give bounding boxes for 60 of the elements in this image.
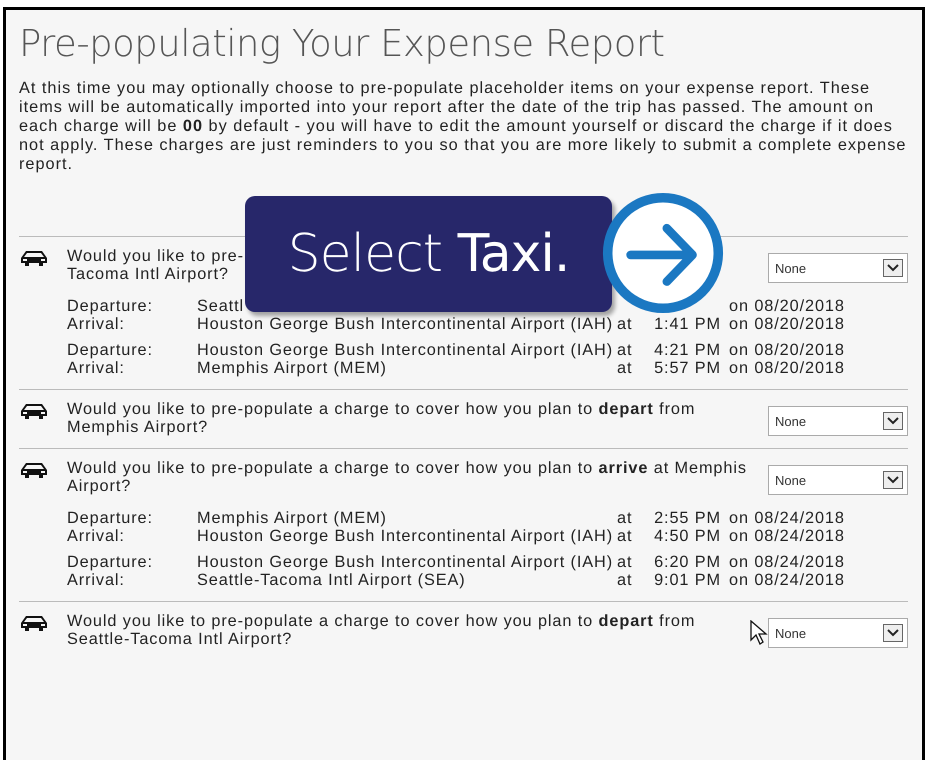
question-text: Would you like to pre-populate a charge to cover how you plan to depart from Seattle-Tacoma Intl Airport? bbox=[67, 612, 696, 648]
flight-label: Arrival: bbox=[67, 571, 126, 589]
flight-label: Arrival: bbox=[67, 315, 126, 333]
airport-name: Houston George Bush Intercontinental Airport (IAH) bbox=[197, 315, 614, 333]
flight-label: Departure: bbox=[67, 509, 154, 527]
taxi-dropdown[interactable]: None bbox=[768, 253, 908, 283]
airport-name: Seattl bbox=[197, 297, 246, 315]
flight-date: on 08/20/2018 bbox=[728, 341, 846, 359]
question-text: Would you like to pre- bbox=[67, 247, 244, 265]
airport-name: Houston George Bush Intercontinental Airport (IAH) bbox=[197, 527, 614, 545]
taxi-dropdown[interactable]: None bbox=[768, 465, 908, 495]
flight-date: on 08/24/2018 bbox=[728, 553, 846, 571]
at-text: at bbox=[617, 509, 629, 527]
taxi-dropdown[interactable]: None bbox=[768, 618, 908, 648]
at-text: at bbox=[617, 553, 629, 571]
cursor-icon bbox=[749, 620, 769, 646]
flight-date: on 08/24/2018 bbox=[728, 509, 846, 527]
car-icon bbox=[19, 614, 49, 632]
flight-time: 4:50 PM bbox=[653, 527, 721, 545]
flight-time: 4:21 PM bbox=[653, 341, 721, 359]
question-text: Tacoma Intl Airport? bbox=[67, 265, 229, 283]
airport-name: Memphis Airport (MEM) bbox=[197, 359, 388, 377]
question-text: Would you like to pre-populate a charge to cover how you plan to depart from Memphis Airport? bbox=[67, 400, 696, 436]
flight-label: Departure: bbox=[67, 553, 154, 571]
at-text: at bbox=[617, 315, 629, 333]
dropdown-caret-icon bbox=[883, 471, 903, 489]
flight-label: Departure: bbox=[67, 341, 154, 359]
instruction-callout: Select Taxi. bbox=[245, 196, 612, 312]
airport-name: Memphis Airport (MEM) bbox=[197, 509, 388, 527]
at-text: at bbox=[617, 571, 629, 589]
flight-time: 1:41 PM bbox=[653, 315, 721, 333]
flight-time: 2:55 PM bbox=[653, 509, 721, 527]
taxi-dropdown[interactable]: None bbox=[768, 406, 908, 436]
page-title: Pre-populating Your Expense Report bbox=[19, 22, 666, 65]
airport-name: Houston George Bush Intercontinental Airport (IAH) bbox=[197, 341, 614, 359]
flight-label: Departure: bbox=[67, 297, 154, 315]
airport-name: Seattle-Tacoma Intl Airport (SEA) bbox=[197, 571, 467, 589]
car-icon bbox=[19, 249, 49, 267]
flight-time: 5:57 PM bbox=[653, 359, 721, 377]
arrow-circle-icon bbox=[602, 192, 724, 314]
flight-date: on 08/20/2018 bbox=[728, 315, 846, 333]
dropdown-caret-icon bbox=[883, 624, 903, 642]
at-text: at bbox=[617, 341, 629, 359]
airport-name: Houston George Bush Intercontinental Airport (IAH) bbox=[197, 553, 614, 571]
flight-time: 9:01 PM bbox=[653, 571, 721, 589]
question-text: Would you like to pre-populate a charge to cover how you plan to arrive at Memphis Airport? bbox=[67, 459, 747, 495]
flight-date: on 08/20/2018 bbox=[728, 359, 846, 377]
flight-time: 6:20 PM bbox=[653, 553, 721, 571]
dropdown-caret-icon bbox=[883, 412, 903, 430]
at-text: at bbox=[617, 359, 629, 377]
flight-label: Arrival: bbox=[67, 359, 126, 377]
flight-date: on 08/24/2018 bbox=[728, 571, 846, 589]
flight-date: on 08/20/2018 bbox=[728, 297, 846, 315]
at-text: at bbox=[617, 527, 629, 545]
car-icon bbox=[19, 402, 49, 420]
flight-label: Arrival: bbox=[67, 527, 126, 545]
intro-paragraph: At this time you may optionally choose to pre-populate placeholder items on your expense report. These items will be automatically imported into your report after the date of the trip has passed. The amount on each charge will be 00 by default - you will have to edit the amount yourself or discard the charge if it does not apply. These charges are just reminders to you so that you are more likely to submit a complete expense report. bbox=[19, 79, 908, 174]
flight-date: on 08/24/2018 bbox=[728, 527, 846, 545]
dropdown-caret-icon bbox=[883, 259, 903, 277]
car-icon bbox=[19, 461, 49, 479]
